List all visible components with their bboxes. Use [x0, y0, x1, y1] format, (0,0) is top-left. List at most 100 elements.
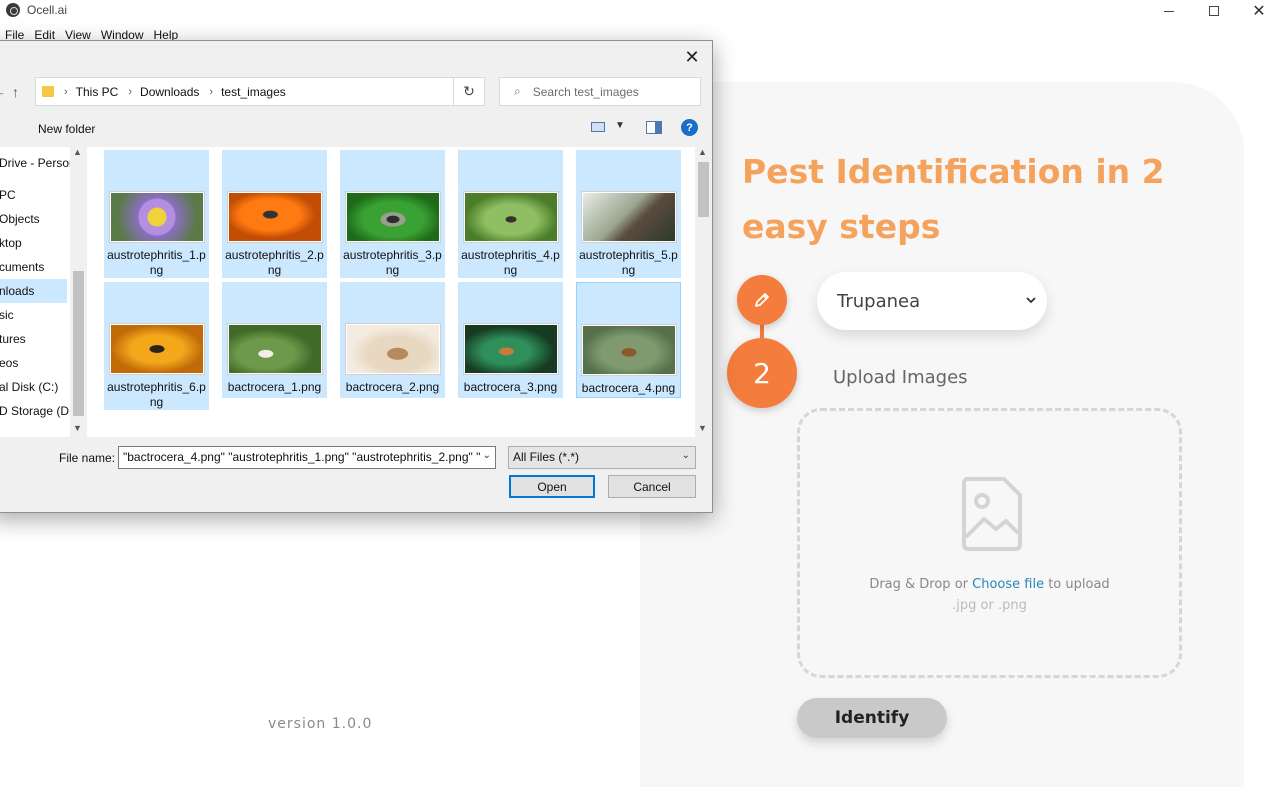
- title-bar: Ocell.ai ✕: [0, 0, 1281, 22]
- breadcrumb-downloads[interactable]: Downloads: [140, 85, 199, 99]
- cancel-button[interactable]: Cancel: [608, 475, 696, 498]
- file-tile[interactable]: austrotephritis_2.png: [222, 150, 327, 278]
- breadcrumb-this-pc[interactable]: This PC: [76, 85, 119, 99]
- species-select[interactable]: Trupanea: [817, 272, 1047, 330]
- nav-item[interactable]: D Storage (D:: [0, 399, 70, 423]
- step-1-badge: [737, 275, 787, 325]
- file-name: austrotephritis_2.png: [225, 248, 324, 277]
- nav-item[interactable]: Drive - Person: [0, 151, 70, 175]
- nav-item[interactable]: eos: [0, 351, 67, 375]
- file-tile[interactable]: austrotephritis_3.png: [340, 150, 445, 278]
- file-tile[interactable]: bactrocera_2.png: [340, 282, 445, 398]
- open-button[interactable]: Open: [509, 475, 595, 498]
- breadcrumb-test-images[interactable]: test_images: [221, 85, 286, 99]
- maximize-button[interactable]: [1191, 0, 1237, 22]
- file-thumbnail: [344, 191, 441, 243]
- scroll-down-icon[interactable]: ▼: [698, 423, 707, 433]
- file-name: austrotephritis_4.png: [461, 248, 560, 277]
- search-icon: ⌕: [514, 84, 521, 98]
- scroll-down-icon[interactable]: ▼: [73, 423, 82, 433]
- nav-item[interactable]: cuments: [0, 255, 67, 279]
- scroll-thumb[interactable]: [73, 271, 84, 416]
- view-options-icon[interactable]: [591, 122, 605, 132]
- dropzone-text-before: Drag & Drop or: [869, 577, 973, 592]
- file-name: austrotephritis_6.png: [107, 380, 206, 409]
- nav-item[interactable]: tures: [0, 327, 67, 351]
- file-tile[interactable]: bactrocera_1.png: [222, 282, 327, 398]
- choose-file-link[interactable]: Choose file: [972, 577, 1044, 592]
- file-name: austrotephritis_5.png: [579, 248, 678, 277]
- nav-scrollbar[interactable]: ▲ ▼: [70, 147, 87, 437]
- scroll-up-icon[interactable]: ▲: [73, 147, 82, 157]
- refresh-icon: ↻: [463, 83, 475, 99]
- minimize-button[interactable]: [1146, 0, 1192, 22]
- nav-item[interactable]: Objects: [0, 207, 67, 231]
- dropzone-instructions: Drag & Drop or Choose file to upload: [800, 577, 1179, 592]
- file-tile[interactable]: austrotephritis_1.png: [104, 150, 209, 278]
- identification-panel: Pest Identification in 2 easy steps Trup…: [640, 82, 1244, 787]
- nav-item-downloads[interactable]: nloads: [0, 279, 67, 303]
- file-list: austrotephritis_1.png austrotephritis_2.…: [87, 147, 695, 437]
- address-bar[interactable]: › This PC › Downloads › test_images ⌄: [35, 77, 476, 106]
- upload-images-label: Upload Images: [833, 367, 968, 388]
- close-icon: ✕: [684, 46, 700, 67]
- file-thumbnail: [344, 323, 441, 375]
- back-arrow-icon[interactable]: ←: [0, 84, 6, 99]
- minimize-icon: [1164, 10, 1174, 12]
- navigation-pane: Drive - Person PC Objects ktop cuments n…: [0, 147, 70, 437]
- preview-pane-icon[interactable]: [646, 121, 662, 134]
- new-folder-button[interactable]: New folder: [38, 122, 95, 136]
- folder-icon: [42, 86, 54, 97]
- file-type-select[interactable]: All Files (*.*) ⌄: [508, 446, 696, 469]
- scroll-thumb[interactable]: [698, 162, 709, 217]
- file-name: austrotephritis_1.png: [107, 248, 206, 277]
- accepted-formats: .jpg or .png: [952, 598, 1027, 613]
- close-icon: ✕: [1252, 1, 1266, 20]
- image-dropzone[interactable]: Drag & Drop or Choose file to upload .jp…: [797, 408, 1182, 678]
- file-list-scrollbar[interactable]: ▲ ▼: [695, 147, 712, 437]
- file-name: bactrocera_4.png: [581, 381, 676, 395]
- file-name-input[interactable]: "bactrocera_4.png" "austrotephritis_1.pn…: [118, 446, 496, 469]
- file-tile[interactable]: austrotephritis_4.png: [458, 150, 563, 278]
- file-name: bactrocera_3.png: [463, 380, 558, 394]
- file-tile[interactable]: bactrocera_4.png: [576, 282, 681, 398]
- file-name-label: File name:: [59, 451, 116, 465]
- file-tile[interactable]: bactrocera_3.png: [458, 282, 563, 398]
- step-2-badge: 2: [727, 338, 797, 408]
- file-thumbnail: [108, 191, 205, 243]
- maximize-icon: [1209, 6, 1219, 16]
- dropzone-text-after: to upload: [1044, 577, 1110, 592]
- breadcrumb-separator-icon: ›: [209, 85, 214, 98]
- chevron-down-icon: [1026, 297, 1036, 304]
- file-thumbnail: [462, 323, 559, 375]
- chevron-down-icon[interactable]: ▼: [615, 120, 625, 131]
- up-arrow-icon[interactable]: ↑: [12, 84, 19, 100]
- file-name: bactrocera_2.png: [345, 380, 440, 394]
- identify-button[interactable]: Identify: [797, 698, 947, 738]
- file-name-value: "bactrocera_4.png" "austrotephritis_1.pn…: [123, 450, 481, 464]
- file-tile[interactable]: austrotephritis_6.png: [104, 282, 209, 410]
- refresh-button[interactable]: ↻: [453, 77, 485, 106]
- scroll-up-icon[interactable]: ▲: [698, 147, 707, 157]
- chevron-down-icon[interactable]: ⌄: [483, 450, 491, 461]
- file-tile[interactable]: austrotephritis_5.png: [576, 150, 681, 278]
- species-selected-value: Trupanea: [837, 290, 921, 312]
- breadcrumb-separator-icon: ›: [64, 85, 68, 98]
- nav-item[interactable]: ktop: [0, 231, 67, 255]
- version-label: version 1.0.0: [268, 716, 373, 732]
- file-open-dialog: ✕ ← ↑ › This PC › Downloads › test_image…: [0, 40, 713, 513]
- nav-item[interactable]: PC: [0, 183, 67, 207]
- file-thumbnail: [226, 323, 323, 375]
- file-name: bactrocera_1.png: [227, 380, 322, 394]
- chevron-down-icon: ⌄: [681, 450, 690, 461]
- file-type-value: All Files (*.*): [513, 450, 580, 464]
- search-input[interactable]: ⌕ Search test_images: [499, 77, 701, 106]
- nav-item[interactable]: al Disk (C:): [0, 375, 67, 399]
- window-title: Ocell.ai: [27, 3, 68, 17]
- help-icon[interactable]: ?: [681, 119, 698, 136]
- nav-item[interactable]: sic: [0, 303, 67, 327]
- close-window-button[interactable]: ✕: [1236, 0, 1281, 22]
- breadcrumb-separator-icon: ›: [128, 85, 133, 98]
- dialog-close-button[interactable]: ✕: [677, 45, 707, 69]
- dialog-toolbar: New folder ▼ ?: [0, 115, 714, 141]
